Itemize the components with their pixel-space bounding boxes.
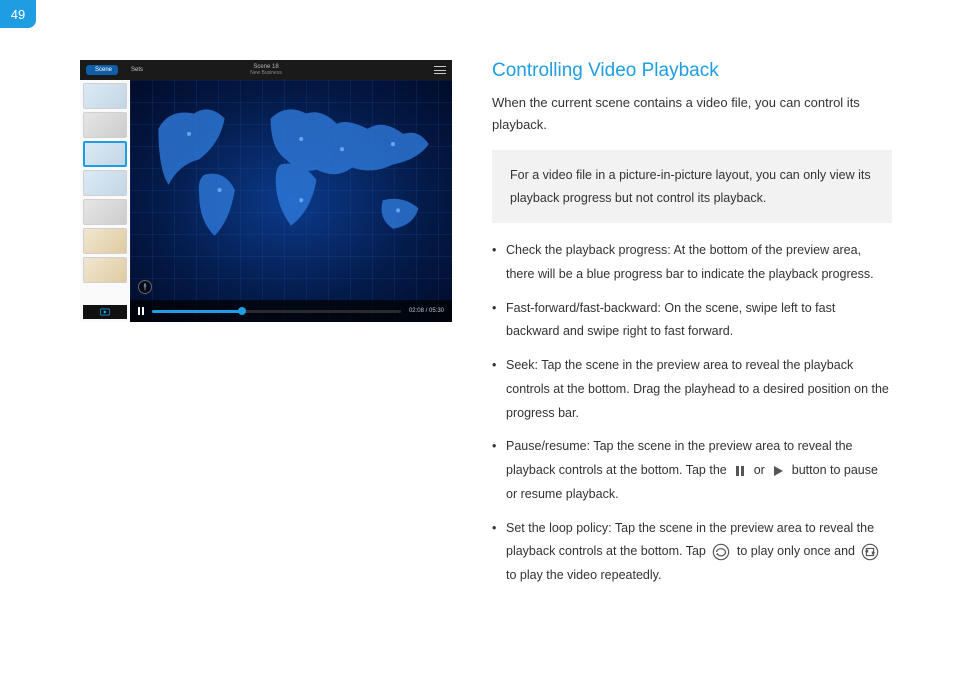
app-screenshot: Scene Sets Scene 18 New Business	[80, 60, 452, 322]
thumbs-footer[interactable]	[83, 305, 127, 319]
tab-scene[interactable]: Scene	[86, 65, 118, 75]
progress-knob[interactable]	[238, 307, 246, 315]
video-preview[interactable]: 02:08 / 05:30	[130, 80, 452, 322]
tab-sets[interactable]: Sets	[122, 65, 149, 75]
header-tabs: Scene Sets	[86, 65, 149, 75]
loop-repeat-icon	[861, 543, 879, 561]
screenshot-body: 02:08 / 05:30	[80, 80, 452, 322]
pause-icon	[733, 464, 747, 478]
b4-mid: or	[754, 463, 769, 477]
page-number: 49	[11, 7, 25, 22]
bullet-progress: Check the playback progress: At the bott…	[492, 239, 892, 287]
bullet-pause-resume: Pause/resume: Tap the scene in the previ…	[492, 435, 892, 506]
world-map-graphic	[138, 88, 444, 251]
bullet-seek: Seek: Tap the scene in the preview area …	[492, 354, 892, 425]
bullet-list: Check the playback progress: At the bott…	[492, 239, 892, 588]
playback-controls: 02:08 / 05:30	[130, 300, 452, 322]
header-title-block: Scene 18 New Business	[250, 64, 282, 76]
scene-thumb-selected[interactable]	[83, 141, 127, 167]
progress-fill	[152, 310, 242, 313]
scene-thumb[interactable]	[83, 83, 127, 109]
scene-thumb[interactable]	[83, 112, 127, 138]
header-subtitle: New Business	[250, 71, 282, 77]
pause-button[interactable]	[138, 307, 144, 315]
scene-thumb[interactable]	[83, 199, 127, 225]
page-content: Scene Sets Scene 18 New Business	[0, 0, 954, 598]
hamburger-icon[interactable]	[434, 66, 446, 74]
tab-scene-label: Scene	[95, 67, 112, 73]
progress-bar[interactable]	[152, 310, 401, 313]
section-heading: Controlling Video Playback	[492, 60, 892, 82]
intro-text: When the current scene contains a video …	[492, 92, 892, 136]
b5-post: to play the video repeatedly.	[506, 568, 661, 582]
b5-mid: to play only once and	[737, 544, 859, 558]
scene-thumb[interactable]	[83, 257, 127, 283]
scene-thumb[interactable]	[83, 228, 127, 254]
page-number-tab: 49	[0, 0, 36, 28]
pin-button[interactable]	[138, 280, 152, 294]
time-display: 02:08 / 05:30	[409, 308, 444, 314]
loop-once-icon	[712, 543, 730, 561]
scene-thumb[interactable]	[83, 170, 127, 196]
note-box: For a video file in a picture-in-picture…	[492, 150, 892, 223]
play-icon	[771, 464, 785, 478]
doc-text: Controlling Video Playback When the curr…	[492, 60, 892, 598]
tab-sets-label: Sets	[131, 67, 143, 73]
bullet-fastforward: Fast-forward/fast-backward: On the scene…	[492, 297, 892, 345]
scene-thumbnails	[80, 80, 130, 322]
bullet-loop: Set the loop policy: Tap the scene in th…	[492, 517, 892, 588]
screenshot-header: Scene Sets Scene 18 New Business	[80, 60, 452, 80]
play-rect-icon	[100, 308, 110, 316]
